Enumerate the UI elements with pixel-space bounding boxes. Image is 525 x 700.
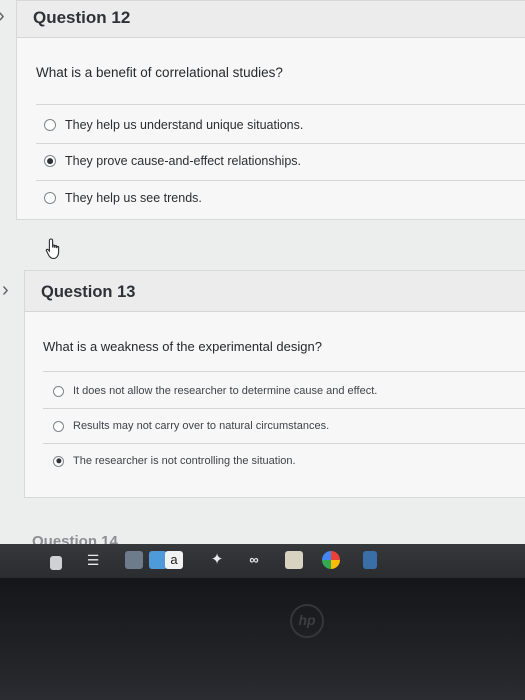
radio-button-selected[interactable] xyxy=(44,155,56,167)
link-icon[interactable]: ∞ xyxy=(243,551,265,569)
option-label: Results may not carry over to natural ci… xyxy=(73,420,330,432)
option-label: The researcher is not controlling the si… xyxy=(73,455,296,467)
hand-pointer-icon xyxy=(45,238,60,260)
radio-button[interactable] xyxy=(44,192,56,204)
answer-option[interactable]: They help us see trends. xyxy=(44,191,202,205)
divider xyxy=(36,104,525,105)
collapse-chevron-icon[interactable]: › xyxy=(2,280,9,300)
question-title: Question 12 xyxy=(33,8,131,27)
radio-button[interactable] xyxy=(44,119,56,131)
answer-option-selected[interactable]: They prove cause-and-effect relationship… xyxy=(44,154,301,168)
answer-option[interactable]: It does not allow the researcher to dete… xyxy=(53,385,377,397)
question-title: Question 13 xyxy=(41,283,136,301)
dropbox-icon[interactable]: ✦ xyxy=(208,551,226,569)
divider xyxy=(43,371,525,372)
divider xyxy=(43,443,525,444)
divider xyxy=(36,180,525,181)
collapse-chevron-icon[interactable]: › xyxy=(0,6,5,26)
option-label: They help us see trends. xyxy=(65,191,202,205)
question-header: Question 13 xyxy=(25,271,525,312)
hp-logo-icon: hp xyxy=(290,604,324,638)
question-card-12: Question 12 What is a benefit of correla… xyxy=(16,0,525,220)
app-icon[interactable] xyxy=(363,551,377,569)
radio-button-selected[interactable] xyxy=(53,455,64,467)
option-label: It does not allow the researcher to dete… xyxy=(73,385,378,397)
photos-icon[interactable] xyxy=(322,551,340,569)
answer-option[interactable]: Results may not carry over to natural ci… xyxy=(53,420,329,432)
option-label: They prove cause-and-effect relationship… xyxy=(65,154,302,168)
laptop-bezel xyxy=(0,578,525,700)
radio-button[interactable] xyxy=(53,420,64,432)
docs-icon[interactable]: ☰ xyxy=(84,551,102,569)
question-header: Question 12 xyxy=(17,1,525,38)
store-icon[interactable] xyxy=(285,551,303,569)
divider xyxy=(43,408,525,409)
amazon-icon[interactable]: a xyxy=(165,551,183,569)
radio-button[interactable] xyxy=(53,385,64,397)
question-prompt: What is a benefit of correlational studi… xyxy=(36,65,283,80)
answer-option[interactable]: They help us understand unique situation… xyxy=(44,118,303,132)
answer-option-selected[interactable]: The researcher is not controlling the si… xyxy=(53,455,296,467)
divider xyxy=(36,143,525,144)
question-prompt: What is a weakness of the experimental d… xyxy=(43,339,322,354)
browser-viewport: › Question 12 What is a benefit of corre… xyxy=(0,0,525,578)
folder-icon[interactable] xyxy=(125,551,143,569)
question-card-13: Question 13 What is a weakness of the ex… xyxy=(24,270,525,498)
option-label: They help us understand unique situation… xyxy=(65,118,304,132)
chrome-icon[interactable] xyxy=(50,556,62,570)
